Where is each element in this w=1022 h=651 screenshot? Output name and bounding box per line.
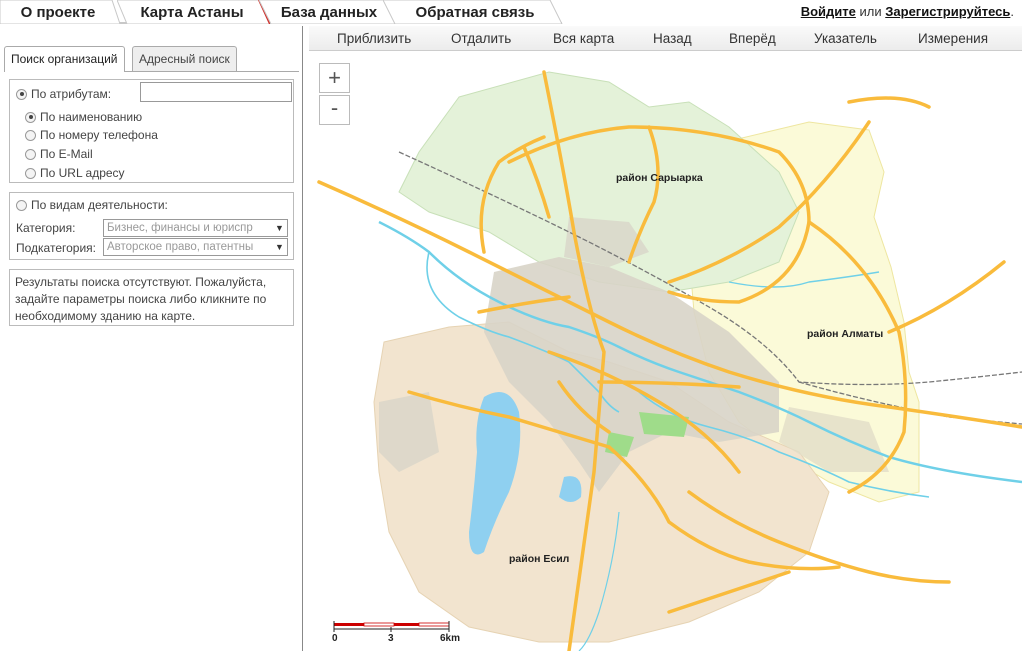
top-navigation: О проекте Карта Астаны База данных Обрат… xyxy=(0,0,1022,24)
scale-bar-segment xyxy=(334,623,364,626)
nav-tab-label: Карта Астаны xyxy=(140,4,244,21)
road xyxy=(847,96,931,109)
city-map[interactable]: + - район Сарыарка район Алматы район Ес… xyxy=(309,52,1022,651)
category-label: Категория: xyxy=(16,221,76,235)
option-label: По E-Mail xyxy=(40,147,93,161)
option-label: По URL адресу xyxy=(40,166,125,180)
district-label-esil: район Есил xyxy=(509,553,570,565)
road xyxy=(887,260,1006,334)
search-panel: Поиск организаций Адресный поиск По атри… xyxy=(0,26,303,651)
register-link[interactable]: Зарегистрируйтесь xyxy=(885,4,1010,19)
nav-tab-label: База данных xyxy=(280,4,378,21)
activity-search-box: По видам деятельности: Категория: Бизнес… xyxy=(9,192,294,260)
zoom-out-button[interactable]: Отдалить xyxy=(451,26,511,51)
map-zoom-in-button[interactable]: + xyxy=(319,63,350,93)
option-label: По номеру телефона xyxy=(40,128,158,142)
login-link[interactable]: Войдите xyxy=(801,4,856,19)
scale-bar-segment xyxy=(363,622,395,627)
option-by-url[interactable]: По URL адресу xyxy=(25,166,125,180)
scale-label-6km: 6km xyxy=(440,633,461,644)
nav-tab-label: О проекте xyxy=(20,4,96,21)
option-by-phone[interactable]: По номеру телефона xyxy=(25,128,158,142)
radio-icon[interactable] xyxy=(16,199,27,211)
nav-tab-database[interactable]: База данных xyxy=(259,0,397,24)
radio-icon[interactable] xyxy=(25,148,36,160)
measure-button[interactable]: Измерения xyxy=(918,26,988,51)
nav-tab-label: Обратная связь xyxy=(415,4,535,21)
by-activity-label: По видам деятельности: xyxy=(31,198,168,212)
scale-label-0: 0 xyxy=(332,633,338,644)
option-label: По наименованию xyxy=(40,110,143,124)
map-zoom-out-button[interactable]: - xyxy=(319,95,350,125)
forward-button[interactable]: Вперёд xyxy=(729,26,776,51)
by-attributes-label: По атрибутам: xyxy=(31,87,112,101)
tab-address-search[interactable]: Адресный поиск xyxy=(132,46,237,71)
by-attributes-option[interactable]: По атрибутам: xyxy=(16,87,111,101)
map-toolbar: Приблизить Отдалить Вся карта Назад Впер… xyxy=(309,26,1022,51)
district-label-almaty: район Алматы xyxy=(807,328,884,340)
radio-icon[interactable] xyxy=(25,111,36,123)
dropdown-arrow-icon[interactable]: ▼ xyxy=(273,221,286,235)
category-select[interactable]: Бизнес, финансы и юриспр ▼ xyxy=(103,219,288,237)
map-canvas[interactable] xyxy=(309,52,1022,651)
scale-label-3: 3 xyxy=(388,633,394,644)
nav-tab-feedback[interactable]: Обратная связь xyxy=(383,0,563,24)
auth-links: Войдите или Зарегистрируйтесь. xyxy=(801,4,1014,19)
district-label-saryarka: район Сарыарка xyxy=(616,172,703,184)
or-text: или xyxy=(859,4,882,19)
nav-tab-about[interactable]: О проекте xyxy=(0,0,120,24)
scale-bar-segment xyxy=(394,623,419,626)
radio-icon[interactable] xyxy=(25,167,36,179)
radio-icon[interactable] xyxy=(16,88,27,100)
tab-organization-search[interactable]: Поиск организаций xyxy=(4,46,125,72)
radio-icon[interactable] xyxy=(25,129,36,141)
subcategory-select[interactable]: Авторское право, патентны ▼ xyxy=(103,238,288,256)
category-value: Бизнес, финансы и юриспр xyxy=(107,222,253,234)
attribute-search-box: По атрибутам: По наименованию По номеру … xyxy=(9,79,294,183)
subcategory-label: Подкатегория: xyxy=(16,241,96,255)
full-map-button[interactable]: Вся карта xyxy=(553,26,614,51)
back-button[interactable]: Назад xyxy=(653,26,692,51)
scale-bar-segment xyxy=(418,622,450,627)
zoom-in-button[interactable]: Приблизить xyxy=(337,26,411,51)
by-activity-option[interactable]: По видам деятельности: xyxy=(16,198,168,212)
search-results-message: Результаты поиска отсутствуют. Пожалуйст… xyxy=(9,269,294,326)
attribute-search-input[interactable] xyxy=(140,82,292,102)
option-by-name[interactable]: По наименованию xyxy=(25,110,142,124)
dot-text: . xyxy=(1010,4,1014,19)
dropdown-arrow-icon[interactable]: ▼ xyxy=(273,240,286,254)
option-by-email[interactable]: По E-Mail xyxy=(25,147,93,161)
subcategory-value: Авторское право, патентны xyxy=(107,241,254,253)
nav-tab-map[interactable]: Карта Астаны xyxy=(117,0,270,24)
pointer-button[interactable]: Указатель xyxy=(814,26,877,51)
